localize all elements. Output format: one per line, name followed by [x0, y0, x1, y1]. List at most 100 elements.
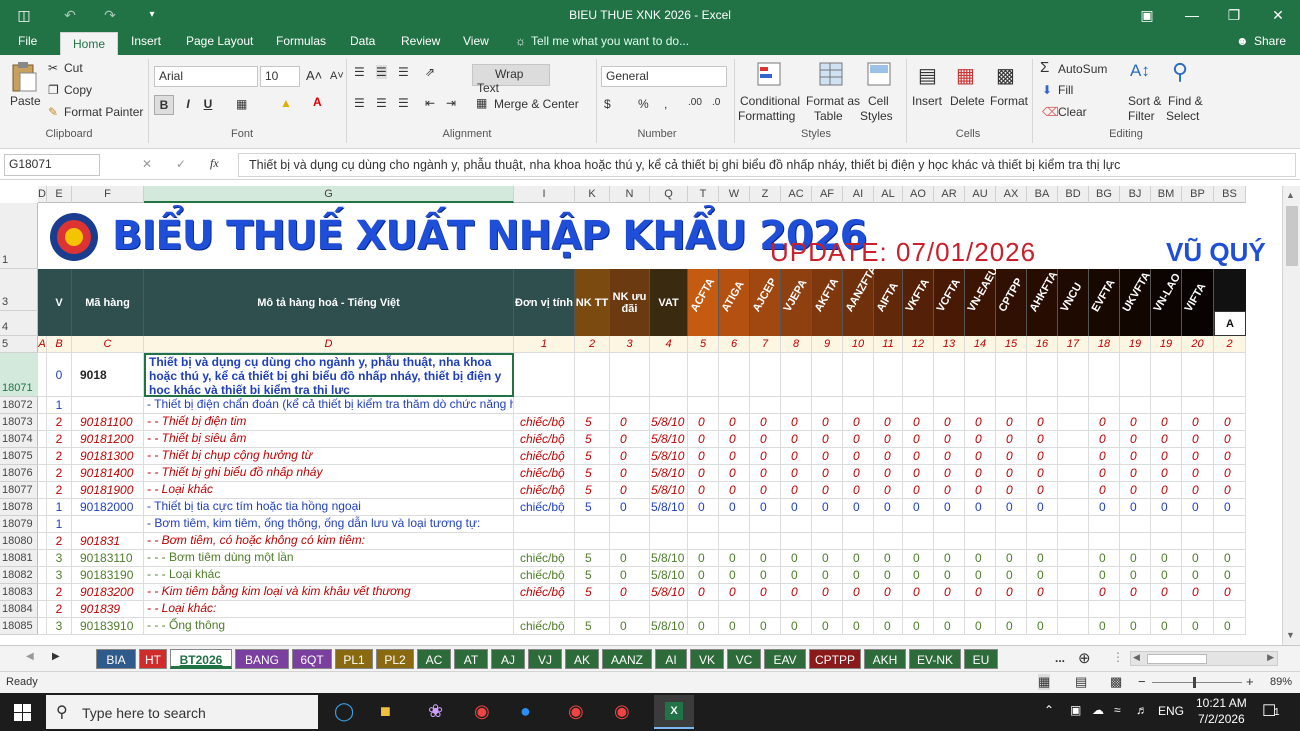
cell-rate[interactable] [1058, 465, 1089, 482]
cell-rate[interactable] [1058, 601, 1089, 618]
cell-rate[interactable]: 0 [965, 618, 996, 635]
cell-rate[interactable]: 0 [1120, 482, 1151, 499]
column-header[interactable]: N [610, 186, 650, 203]
cell-rate[interactable] [996, 397, 1027, 414]
sheet-tab[interactable]: PL2 [376, 649, 414, 669]
cell-rate[interactable]: 0 [1089, 414, 1120, 431]
shrink-font-icon[interactable]: A˅ [330, 70, 344, 82]
tab-insert[interactable]: Insert [131, 34, 161, 48]
cell-level[interactable]: 1 [47, 499, 72, 516]
cell-rate[interactable]: 0 [1214, 448, 1246, 465]
cell-unit[interactable]: chiếc/bộ [514, 448, 575, 465]
page-break-view-icon[interactable]: ▩ [1110, 674, 1122, 690]
cell-nk-uu-dai[interactable]: 0 [610, 499, 650, 516]
cell-rate[interactable]: 0 [1214, 550, 1246, 567]
cell-code[interactable]: 90181300 [72, 448, 144, 465]
cell-nk-tt[interactable] [575, 353, 610, 397]
cell-rate[interactable] [719, 397, 750, 414]
autosum-icon[interactable]: Σ [1040, 59, 1049, 76]
cell-unit[interactable]: chiếc/bộ [514, 431, 575, 448]
cell-unit[interactable]: chiếc/bộ [514, 482, 575, 499]
cell-nk-uu-dai[interactable]: 0 [610, 584, 650, 601]
chrome-profile2-icon[interactable]: ◉ [614, 701, 630, 722]
cell-rate[interactable] [1151, 533, 1182, 550]
cell-code[interactable] [72, 397, 144, 414]
cell-rate[interactable]: 0 [903, 414, 934, 431]
clear-button[interactable]: Clear [1058, 105, 1087, 119]
tab-review[interactable]: Review [401, 34, 440, 48]
tray-expand-icon[interactable]: ⌃ [1044, 703, 1054, 717]
cell-rate[interactable]: 0 [965, 414, 996, 431]
cell-rate[interactable] [903, 516, 934, 533]
cell-unit[interactable] [514, 533, 575, 550]
tab-next-icon[interactable]: ▶ [52, 651, 60, 662]
cell-rate[interactable]: 0 [843, 550, 874, 567]
cell-rate[interactable]: 0 [1214, 499, 1246, 516]
cell-rate[interactable]: 0 [996, 584, 1027, 601]
row-header[interactable]: 18071 [0, 353, 38, 397]
column-header[interactable]: AC [781, 186, 812, 203]
cell-unit[interactable]: chiếc/bộ [514, 550, 575, 567]
cell-rate[interactable] [934, 353, 965, 397]
cell-rate[interactable]: 0 [812, 465, 843, 482]
copy-icon[interactable]: ❐ [48, 83, 59, 97]
cell-rate[interactable] [1182, 516, 1214, 533]
cell-rate[interactable]: 0 [750, 584, 781, 601]
cell-rate[interactable] [843, 601, 874, 618]
font-color-icon[interactable]: A [313, 95, 322, 109]
cell-rate[interactable]: 0 [1151, 414, 1182, 431]
format-as-table-label2[interactable]: Table [814, 109, 843, 123]
cell-rate[interactable]: 0 [903, 550, 934, 567]
column-header[interactable]: K [575, 186, 610, 203]
cell-rate[interactable] [688, 397, 719, 414]
fill-button[interactable]: Fill [1058, 83, 1073, 97]
conditional-formatting-label[interactable]: Conditional [740, 94, 800, 108]
cell-nk-tt[interactable]: 5 [575, 465, 610, 482]
sheet-tab[interactable]: AI [655, 649, 687, 669]
cell-rate[interactable]: 0 [812, 618, 843, 635]
insert-cells-button[interactable]: Insert [912, 94, 942, 108]
zoom-level[interactable]: 89% [1270, 676, 1292, 688]
cell-rate[interactable] [1058, 618, 1089, 635]
find-select-label[interactable]: Find & [1168, 94, 1203, 108]
cell-nk-uu-dai[interactable] [610, 353, 650, 397]
cell-rate[interactable]: 0 [1089, 567, 1120, 584]
cell-rate[interactable] [1058, 533, 1089, 550]
sort-filter-icon[interactable]: A↕ [1130, 61, 1150, 81]
cell-rate[interactable]: 0 [843, 567, 874, 584]
cell-nk-uu-dai[interactable]: 0 [610, 618, 650, 635]
cell-rate[interactable]: 0 [1089, 482, 1120, 499]
cell-rate[interactable] [934, 516, 965, 533]
cell-rate[interactable]: 0 [750, 550, 781, 567]
cell-rate[interactable] [1120, 601, 1151, 618]
cell-rate[interactable] [1058, 353, 1089, 397]
insert-function-icon[interactable]: fx [210, 156, 219, 171]
cell-description[interactable]: - - Loại khác [144, 482, 514, 499]
cell-rate[interactable]: 0 [965, 431, 996, 448]
index-cell[interactable]: 13 [934, 336, 965, 353]
index-cell[interactable]: 1 [514, 336, 575, 353]
sheet-tab[interactable]: BT2026 [170, 649, 232, 669]
cell-rate[interactable]: 0 [750, 482, 781, 499]
align-bottom-icon[interactable]: ☰ [398, 65, 409, 79]
cell-rate[interactable] [874, 516, 903, 533]
cell-unit[interactable] [514, 397, 575, 414]
cell-rate[interactable]: 0 [688, 499, 719, 516]
cell-nk-uu-dai[interactable] [610, 516, 650, 533]
cell-rate[interactable] [719, 601, 750, 618]
cell-rate[interactable]: 0 [965, 499, 996, 516]
cell-rate[interactable] [965, 397, 996, 414]
chrome-profile-icon[interactable]: ◉ [568, 701, 584, 722]
cell-d[interactable] [38, 499, 47, 516]
index-cell[interactable]: C [72, 336, 144, 353]
cell-level[interactable]: 3 [47, 567, 72, 584]
cell-rate[interactable] [934, 533, 965, 550]
format-as-table-icon[interactable] [818, 61, 846, 89]
sheet-tab[interactable]: HT [139, 649, 167, 669]
cell-rate[interactable]: 0 [1214, 584, 1246, 601]
cell-rate[interactable]: 0 [1182, 465, 1214, 482]
cell-rate[interactable]: 0 [1027, 482, 1058, 499]
cell-rate[interactable]: 0 [843, 414, 874, 431]
cell-rate[interactable] [1058, 482, 1089, 499]
cell-rate[interactable]: 0 [750, 465, 781, 482]
